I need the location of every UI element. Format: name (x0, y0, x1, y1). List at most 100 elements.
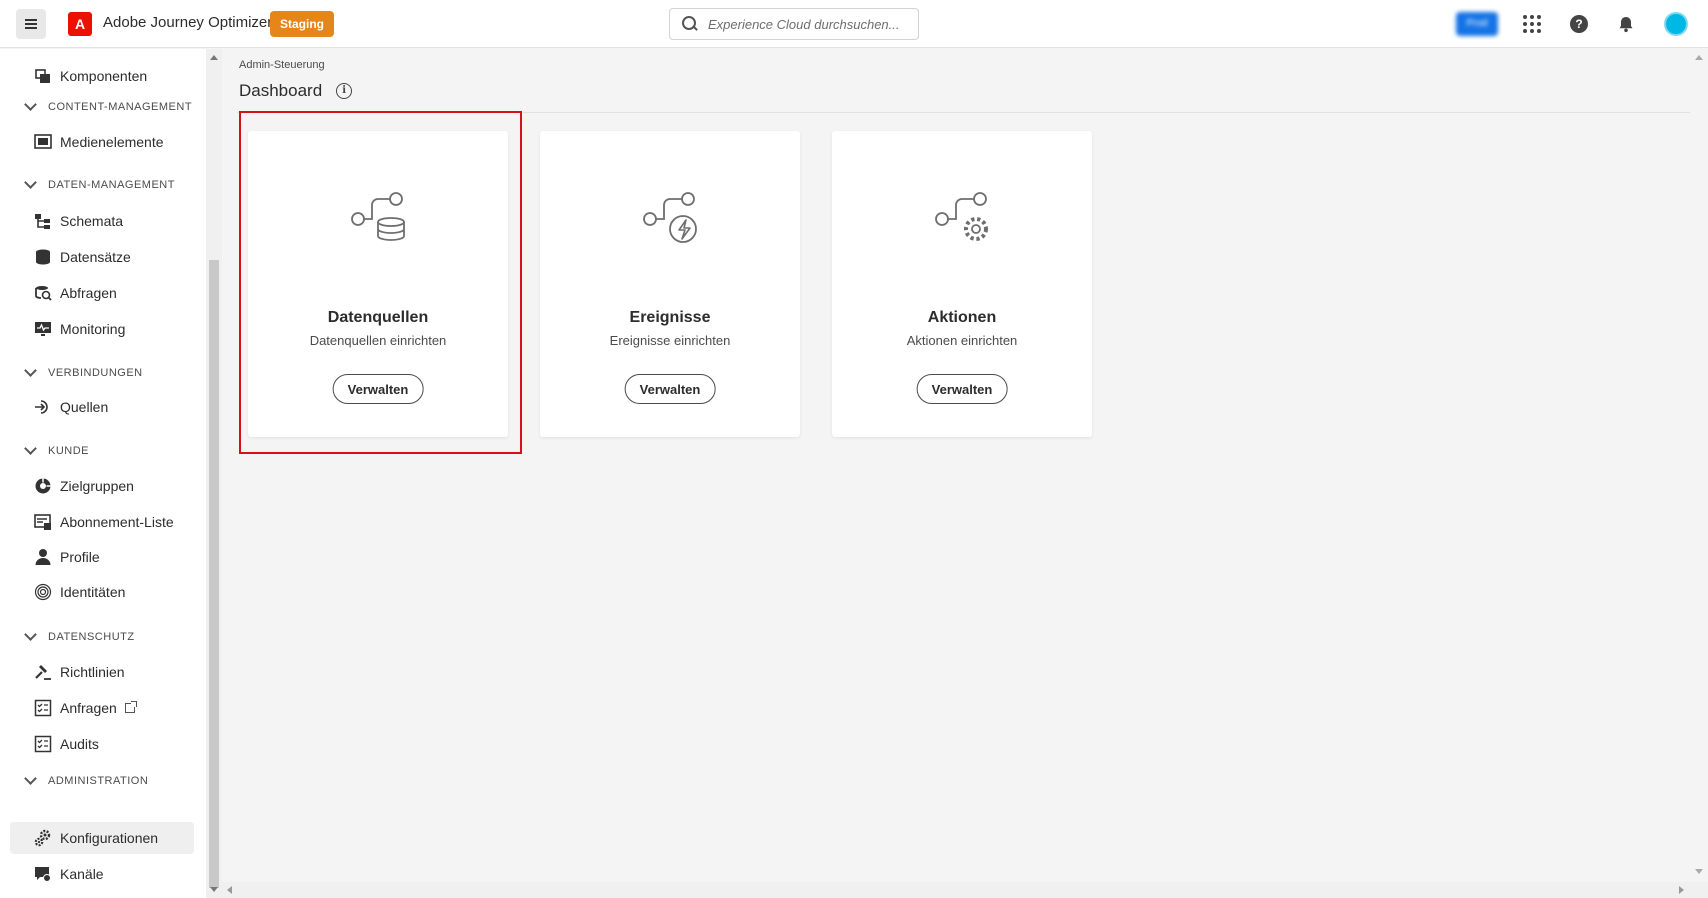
sidebar-item-identitaeten[interactable]: Identitäten (10, 576, 194, 608)
sidebar-item-label: Monitoring (60, 321, 126, 337)
section-datenschutz[interactable]: DATENSCHUTZ (24, 628, 135, 643)
section-administration[interactable]: ADMINISTRATION (24, 772, 148, 787)
app-title[interactable]: Adobe Journey Optimizer (103, 14, 272, 31)
sidebar-item-datensaetze[interactable]: Datensätze (10, 241, 194, 273)
sidebar-item-label: Komponenten (60, 68, 148, 84)
scroll-down-arrow-icon[interactable] (210, 887, 218, 892)
org-switcher-button[interactable]: Prod (1456, 12, 1498, 36)
chevron-down-icon (24, 176, 37, 189)
main-horizontal-scrollbar[interactable] (222, 882, 1708, 898)
adobe-logo[interactable]: A (68, 12, 92, 36)
sidebar-item-anfragen[interactable]: Anfragen (10, 692, 194, 724)
sidebar-item-label: Audits (60, 736, 99, 752)
sources-icon (34, 398, 52, 416)
scroll-left-arrow-icon[interactable] (227, 886, 232, 894)
checklist-icon (34, 735, 52, 753)
sidebar-item-zielgruppen[interactable]: Zielgruppen (10, 470, 194, 502)
sidebar-item-komponenten[interactable]: Komponenten (10, 60, 194, 92)
sidebar-item-monitoring[interactable]: Monitoring (10, 313, 194, 345)
section-daten-management[interactable]: DATEN-MANAGEMENT (24, 176, 175, 191)
sidebar-item-label: Anfragen (60, 700, 117, 716)
checklist-icon (34, 699, 52, 717)
main-vertical-scrollbar[interactable] (1691, 49, 1708, 882)
search-icon (682, 16, 698, 32)
sidebar-item-label: Datensätze (60, 249, 131, 265)
chevron-down-icon (24, 442, 37, 455)
sidebar-item-konfigurationen[interactable]: Konfigurationen (10, 822, 194, 854)
action-icon (935, 192, 988, 241)
hamburger-icon (25, 23, 37, 25)
sidebar-item-label: Abfragen (60, 285, 117, 301)
help-icon[interactable]: ? (1567, 12, 1591, 36)
channels-icon (34, 865, 52, 883)
bell-icon[interactable] (1614, 12, 1638, 36)
audiences-icon (34, 477, 52, 495)
schema-icon (34, 212, 52, 230)
left-navigation: Komponenten CONTENT-MANAGEMENT Medienele… (0, 49, 206, 898)
event-icon (643, 192, 697, 243)
scroll-up-arrow-icon[interactable] (210, 55, 218, 60)
sidebar-item-label: Medienelemente (60, 134, 164, 150)
chevron-down-icon (24, 364, 37, 377)
sidebar-item-profile[interactable]: Profile (10, 541, 194, 573)
scroll-down-arrow-icon[interactable] (1695, 869, 1703, 874)
card-title: Aktionen (927, 309, 997, 326)
card-subtitle: Ereignisse einrichten (609, 333, 731, 348)
highlight-box (239, 111, 522, 454)
user-avatar[interactable] (1664, 12, 1688, 36)
sidebar-item-label: Quellen (60, 399, 109, 415)
sidebar-item-label: Richtlinien (60, 664, 125, 680)
card-title: Ereignisse (629, 309, 711, 326)
card-ereignisse: Ereignisse Ereignisse einrichten Verwalt… (540, 131, 800, 437)
profile-icon (34, 548, 52, 566)
scroll-right-arrow-icon[interactable] (1679, 886, 1684, 894)
search-field[interactable] (669, 8, 919, 40)
components-icon (34, 67, 52, 85)
database-icon (34, 248, 52, 266)
sidebar-item-audits[interactable]: Audits (10, 728, 194, 760)
query-icon (34, 284, 52, 302)
manage-ereignisse-button[interactable]: Verwalten (624, 374, 716, 404)
sidebar-item-label: Profile (60, 549, 100, 565)
sidebar-item-label: Abonnement-Liste (60, 514, 174, 530)
sidebar-scroll-thumb[interactable] (209, 260, 219, 888)
sidebar-item-medienelemente[interactable]: Medienelemente (10, 126, 194, 158)
apps-grid-icon[interactable] (1520, 12, 1544, 36)
sidebar-item-label: Kanäle (60, 866, 104, 882)
fingerprint-icon (34, 583, 52, 601)
top-bar: A Adobe Journey Optimizer Staging Prod ? (0, 0, 1708, 48)
sidebar-item-richtlinien[interactable]: Richtlinien (10, 656, 194, 688)
sidebar-item-kanaele[interactable]: Kanäle (10, 858, 194, 890)
sidebar-item-label: Zielgruppen (60, 478, 134, 494)
gavel-icon (34, 663, 52, 681)
page-title: Dashboard i (239, 81, 353, 101)
chevron-down-icon (24, 628, 37, 641)
media-icon (34, 133, 52, 151)
section-content-management[interactable]: CONTENT-MANAGEMENT (24, 98, 192, 113)
sidebar-item-abfragen[interactable]: Abfragen (10, 277, 194, 309)
sidebar-item-label: Identitäten (60, 584, 126, 600)
chevron-down-icon (24, 772, 37, 785)
gears-icon (34, 829, 52, 847)
scroll-up-arrow-icon[interactable] (1695, 55, 1703, 60)
card-aktionen: Aktionen Aktionen einrichten Verwalten (832, 131, 1092, 437)
menu-toggle-button[interactable] (16, 9, 46, 39)
external-link-icon (124, 701, 137, 713)
section-verbindungen[interactable]: VERBINDUNGEN (24, 364, 143, 379)
sidebar-item-quellen[interactable]: Quellen (10, 391, 194, 423)
breadcrumb[interactable]: Admin-Steuerung (239, 59, 325, 71)
chevron-down-icon (24, 98, 37, 111)
card-subtitle: Aktionen einrichten (906, 333, 1018, 348)
manage-aktionen-button[interactable]: Verwalten (916, 374, 1008, 404)
environment-badge[interactable]: Staging (270, 11, 334, 37)
sidebar-item-label: Konfigurationen (60, 830, 159, 846)
sidebar-scrollbar[interactable] (206, 49, 222, 898)
search-input[interactable] (708, 16, 908, 32)
info-icon[interactable]: i (336, 83, 353, 99)
sidebar-item-abonnement-liste[interactable]: Abonnement-Liste (10, 506, 194, 538)
sidebar-item-schemata[interactable]: Schemata (10, 205, 194, 237)
sidebar-item-label: Schemata (60, 213, 124, 229)
monitoring-icon (34, 320, 52, 338)
subscription-list-icon (34, 513, 52, 531)
section-kunde[interactable]: KUNDE (24, 442, 89, 457)
